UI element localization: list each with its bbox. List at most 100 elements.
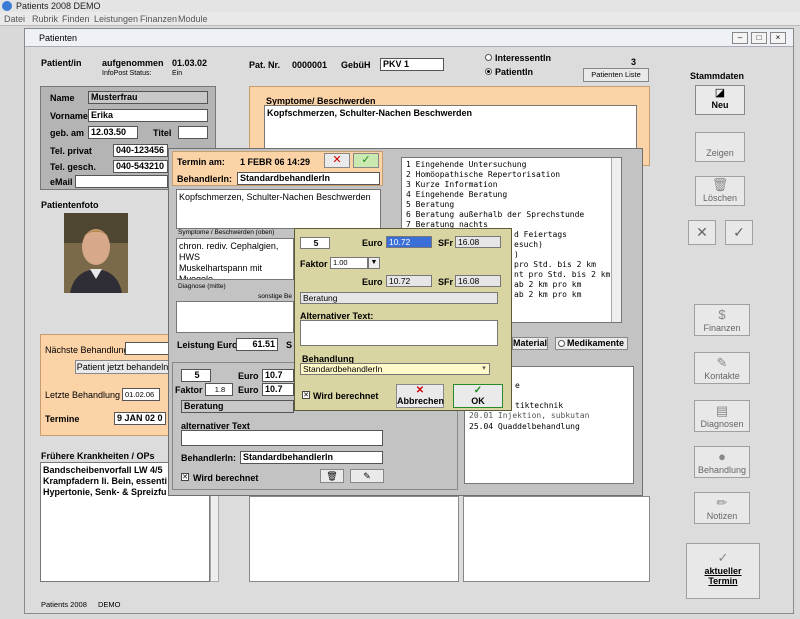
email-label: eMail (50, 177, 73, 187)
leistung-list-item[interactable]: nt pro Std. bis 2 km (514, 270, 610, 279)
termin-cancel-button[interactable]: ✕ (324, 153, 350, 168)
zeigen-button[interactable]: Zeigen (695, 132, 745, 162)
chevron-down-icon[interactable]: ▼ (368, 257, 380, 269)
behandlung-button[interactable]: ● Behandlung (694, 446, 750, 478)
leistung-list-item[interactable]: 6 Beratung außerhalb der Sprechstunde (406, 210, 584, 219)
behandler2-field[interactable]: Standardbehandlerln (240, 451, 383, 464)
leistung-list-item[interactable]: 1 Eingehende Untersuchung (406, 160, 526, 169)
dlg-sfr-field-2[interactable]: 16.08 (455, 275, 501, 287)
menu-leistungen[interactable]: Leistungen (94, 14, 138, 24)
delete-icon[interactable]: 🗑 (320, 469, 344, 483)
termine-field[interactable]: 9 JAN 02 0 (114, 412, 166, 425)
patient-jetzt-behandeln-button[interactable]: Patient jetzt behandeln (75, 360, 170, 374)
termin-sonstige-textbox[interactable] (176, 301, 294, 333)
new-icon: ◪ (714, 87, 726, 99)
leistung-list-item[interactable]: esuch) (514, 240, 543, 249)
termin-diagnose-textbox[interactable]: chron. rediv. Cephalgien, HWS Muskelhart… (176, 238, 294, 280)
edit-icon[interactable]: ✎ (350, 469, 384, 483)
naechste-field[interactable] (125, 342, 170, 355)
tel-privat-field[interactable]: 040-123456 (113, 144, 168, 157)
interessent-radio[interactable] (485, 54, 492, 61)
wird-berechnet-checkbox[interactable]: ✕ (181, 473, 189, 481)
termine-label: Termine (45, 414, 80, 424)
letzte-field[interactable]: 01.02.06 (122, 388, 160, 401)
finanzen-button[interactable]: $ Finanzen (694, 304, 750, 336)
dlg-euro-label: Euro (362, 238, 383, 248)
titel-field[interactable] (178, 126, 208, 139)
leistung-list-item[interactable]: ) (514, 250, 519, 259)
dlg-abbrechen-button[interactable]: ✕ Abbrechen (396, 384, 444, 408)
titel-label: Titel (153, 128, 172, 138)
dollar-icon: $ (718, 307, 726, 322)
qty-field[interactable]: 5 (181, 369, 211, 382)
loeschen-label: Löschen (702, 193, 738, 203)
diagnosen-label: Diagnosen (700, 419, 744, 429)
dlg-alt-textbox[interactable] (300, 320, 498, 346)
notes-box[interactable] (249, 496, 459, 582)
menu-rubrik[interactable]: Rubrik (32, 14, 58, 24)
menu-finden[interactable]: Finden (62, 14, 90, 24)
check-icon[interactable]: ✓ (725, 220, 753, 245)
lower-list-item: tiktechnik (515, 401, 564, 410)
dlg-sfr-label-2: SFr (438, 277, 454, 287)
alt-text-field[interactable] (181, 430, 383, 446)
close-button[interactable]: × (770, 32, 786, 44)
dlg-euro-field[interactable]: 10.72 (386, 236, 432, 248)
gebuh-field[interactable]: PKV 1 (380, 58, 444, 71)
leistung-list-item[interactable]: 4 Eingehende Beratung (406, 190, 507, 199)
menu-datei[interactable]: Datei (4, 14, 25, 24)
leistung-list-item[interactable]: 2 Homöopathische Repertorisation (406, 170, 560, 179)
aktueller-termin-button[interactable]: ✓ aktueller Termin (686, 543, 760, 599)
zeigen-label: Zeigen (706, 148, 734, 158)
dlg-sfr-field[interactable]: 16.08 (455, 236, 501, 248)
material-button[interactable]: Material (512, 337, 548, 350)
termin-ok-button[interactable]: ✓ (353, 153, 379, 168)
geb-field[interactable]: 12.03.50 (88, 126, 138, 139)
leistung-list-item[interactable]: d Feiertags (514, 230, 567, 239)
leistung-list-item[interactable]: 5 Beratung (406, 200, 454, 209)
loeschen-button[interactable]: 🗑 Löschen (695, 176, 745, 206)
dlg-ok-button[interactable]: ✓ OK (453, 384, 503, 408)
euro-field[interactable]: 10.7 (262, 369, 294, 382)
chevron-down-icon[interactable]: ▾ (479, 364, 489, 374)
leistung-field[interactable]: 61.51 (236, 338, 278, 351)
email-field[interactable] (75, 175, 168, 188)
termin-symptome-textbox[interactable]: Kopfschmerzen, Schulter-Nachen Beschwerd… (176, 189, 381, 229)
beratung-field[interactable]: Beratung (181, 400, 294, 413)
leistung-list-item[interactable]: ab 2 km pro km (514, 290, 581, 299)
leistung-list-item[interactable]: pro Std. bis 2 km (514, 260, 596, 269)
maximize-button[interactable]: □ (751, 32, 767, 44)
dlg-euro-field-2[interactable]: 10.72 (386, 275, 432, 287)
name-field[interactable]: Musterfrau (88, 91, 208, 104)
menu-finanzen[interactable]: Finanzen (140, 14, 177, 24)
leistung-list-item[interactable]: ab 2 km pro km (514, 280, 581, 289)
minimize-button[interactable]: – (732, 32, 748, 44)
faktor-field[interactable]: 1.8 (205, 383, 233, 396)
cancel-icon[interactable]: ✕ (688, 220, 716, 245)
behandler-select[interactable]: Standardbehandlerln (237, 172, 380, 185)
dlg-behandlung-select[interactable]: StandardbehandlerIn (300, 363, 490, 375)
diagnosen-button[interactable]: ▤ Diagnosen (694, 400, 750, 432)
vorname-field[interactable]: Erika (88, 109, 208, 122)
euro-field-2[interactable]: 10.7 (262, 383, 294, 396)
dlg-faktor-field[interactable]: 1.00 (330, 257, 368, 269)
patient-radio[interactable] (485, 68, 492, 75)
kontakte-button[interactable]: ✎ Kontakte (694, 352, 750, 384)
menu-module[interactable]: Module (178, 14, 208, 24)
medikamente-button[interactable]: Medikamente (555, 337, 628, 350)
medikamente-radio[interactable] (558, 340, 565, 347)
leistung-list-item[interactable]: 3 Kurze Information (406, 180, 498, 189)
tel-gesch-field[interactable]: 040-543210 (113, 160, 168, 173)
list-box[interactable] (463, 496, 650, 582)
patientenliste-button[interactable]: Patienten Liste (583, 68, 649, 82)
notizen-button[interactable]: ✏ Notizen (694, 492, 750, 524)
neu-button[interactable]: ◪ Neu (695, 85, 745, 115)
dlg-qty-field[interactable]: 5 (300, 237, 330, 249)
neu-label: Neu (711, 100, 729, 110)
interessent-label: InteressentIn (495, 53, 552, 63)
dlg-wird-berechnet-checkbox[interactable]: ✕ (302, 391, 310, 399)
gebuh-label: GebüH (341, 60, 371, 70)
dlg-beratung-field[interactable]: Beratung (300, 292, 498, 304)
leistungen-scrollbar[interactable] (611, 158, 621, 322)
check-icon: ✓ (473, 385, 483, 396)
